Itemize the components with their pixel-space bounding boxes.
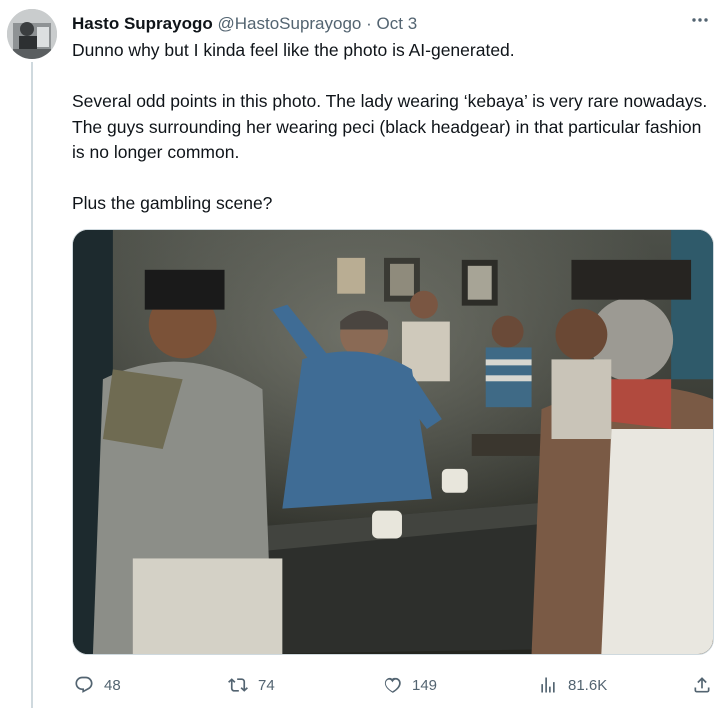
tweet-paragraph-3: Plus the gambling scene?: [72, 193, 273, 213]
retweet-button[interactable]: 74: [228, 670, 275, 700]
author-name[interactable]: Hasto Suprayogo: [72, 14, 213, 33]
reply-icon: [75, 676, 93, 693]
views-icon: [541, 677, 555, 693]
tweet-photo[interactable]: [72, 229, 714, 655]
tweet-date[interactable]: Oct 3: [377, 14, 418, 33]
retweet-count: 74: [258, 676, 275, 694]
share-icon: [694, 677, 710, 693]
heart-icon: [384, 677, 401, 693]
more-icon[interactable]: [686, 10, 714, 34]
avatar[interactable]: [7, 9, 57, 59]
author-handle[interactable]: @HastoSuprayogo: [217, 14, 361, 33]
thread-connector-line: [31, 62, 33, 708]
reply-count: 48: [104, 676, 121, 694]
views-count: 81.6K: [568, 676, 608, 694]
tweet-header: Hasto Suprayogo @HastoSuprayogo · Oct 3: [72, 12, 706, 36]
share-button[interactable]: [692, 670, 722, 700]
separator-dot: ·: [366, 14, 372, 33]
retweet-icon: [228, 678, 248, 692]
reply-button[interactable]: 48: [74, 670, 121, 700]
tweet-text: Dunno why but I kinda feel like the phot…: [72, 38, 712, 217]
tweet-actions: 48 74 149 81.6K: [72, 670, 714, 700]
views-button[interactable]: 81.6K: [538, 670, 607, 700]
tweet-paragraph-2: Several odd points in this photo. The la…: [72, 91, 708, 162]
like-button[interactable]: 149: [382, 670, 437, 700]
tweet-paragraph-1: Dunno why but I kinda feel like the phot…: [72, 40, 515, 60]
like-count: 149: [412, 676, 438, 694]
